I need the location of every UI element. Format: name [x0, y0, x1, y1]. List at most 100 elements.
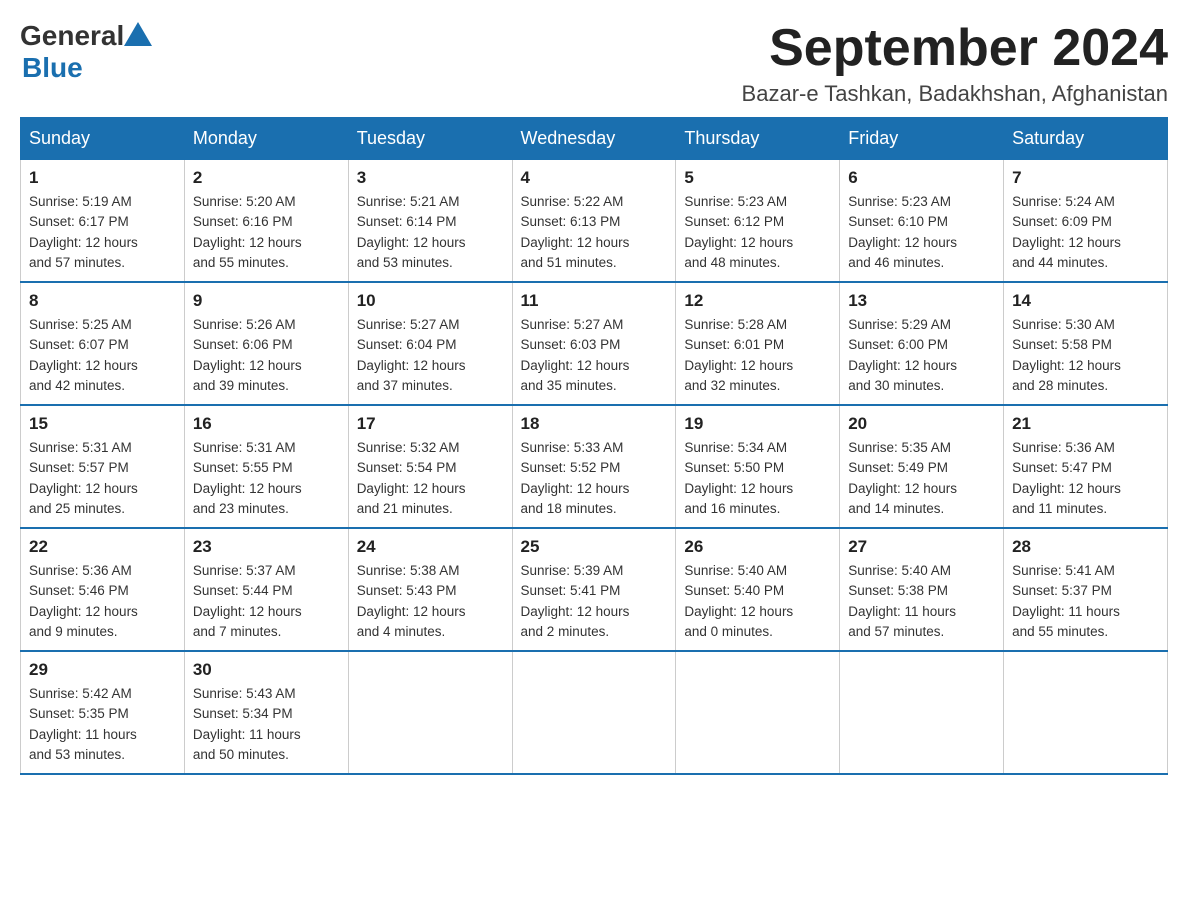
day-info: Sunrise: 5:38 AMSunset: 5:43 PMDaylight:…	[357, 561, 504, 642]
calendar-day-cell	[348, 651, 512, 774]
day-number: 13	[848, 291, 995, 311]
calendar-day-cell: 2Sunrise: 5:20 AMSunset: 6:16 PMDaylight…	[184, 160, 348, 283]
calendar-day-cell: 6 Sunrise: 5:23 AMSunset: 6:10 PMDaylight…	[840, 160, 1004, 283]
calendar-day-cell	[1004, 651, 1168, 774]
day-info: Sunrise: 5:27 AMSunset: 6:04 PMDaylight:…	[357, 315, 504, 396]
calendar-day-cell: 11Sunrise: 5:27 AMSunset: 6:03 PMDayligh…	[512, 282, 676, 405]
calendar-day-cell: 16Sunrise: 5:31 AMSunset: 5:55 PMDayligh…	[184, 405, 348, 528]
day-number: 4	[521, 168, 668, 188]
logo: General Blue	[20, 20, 152, 84]
day-number: 10	[357, 291, 504, 311]
calendar-day-cell: 14 Sunrise: 5:30 AMSunset: 5:58 PMDayligh…	[1004, 282, 1168, 405]
day-info: Sunrise: 5:21 AMSunset: 6:14 PMDaylight:…	[357, 192, 504, 273]
day-info: Sunrise: 5:36 AMSunset: 5:47 PMDaylight:…	[1012, 438, 1159, 519]
day-info: Sunrise: 5:41 AMSunset: 5:37 PMDaylight:…	[1012, 561, 1159, 642]
day-info: Sunrise: 5:35 AMSunset: 5:49 PMDaylight:…	[848, 438, 995, 519]
day-header-saturday: Saturday	[1004, 118, 1168, 160]
calendar-day-cell: 28 Sunrise: 5:41 AMSunset: 5:37 PMDayligh…	[1004, 528, 1168, 651]
day-number: 15	[29, 414, 176, 434]
logo-triangle-icon	[124, 22, 152, 46]
calendar-day-cell: 17 Sunrise: 5:32 AMSunset: 5:54 PMDayligh…	[348, 405, 512, 528]
day-number: 27	[848, 537, 995, 557]
day-number: 21	[1012, 414, 1159, 434]
day-info: Sunrise: 5:23 AMSunset: 6:12 PMDaylight:…	[684, 192, 831, 273]
day-info: Sunrise: 5:34 AMSunset: 5:50 PMDaylight:…	[684, 438, 831, 519]
page-header: General Blue September 2024 Bazar-e Tash…	[20, 20, 1168, 107]
day-info: Sunrise: 5:26 AMSunset: 6:06 PMDaylight:…	[193, 315, 340, 396]
day-number: 2	[193, 168, 340, 188]
day-number: 24	[357, 537, 504, 557]
day-info: Sunrise: 5:33 AMSunset: 5:52 PMDaylight:…	[521, 438, 668, 519]
calendar-day-cell: 10 Sunrise: 5:27 AMSunset: 6:04 PMDayligh…	[348, 282, 512, 405]
day-header-thursday: Thursday	[676, 118, 840, 160]
calendar-week-row: 22 Sunrise: 5:36 AMSunset: 5:46 PMDayligh…	[21, 528, 1168, 651]
calendar-day-cell: 29Sunrise: 5:42 AMSunset: 5:35 PMDayligh…	[21, 651, 185, 774]
calendar-day-cell	[840, 651, 1004, 774]
calendar-day-cell: 3 Sunrise: 5:21 AMSunset: 6:14 PMDaylight…	[348, 160, 512, 283]
day-info: Sunrise: 5:19 AMSunset: 6:17 PMDaylight:…	[29, 192, 176, 273]
day-number: 11	[521, 291, 668, 311]
day-number: 7	[1012, 168, 1159, 188]
day-number: 12	[684, 291, 831, 311]
logo-blue-text: Blue	[22, 52, 83, 84]
calendar-day-cell: 4 Sunrise: 5:22 AMSunset: 6:13 PMDaylight…	[512, 160, 676, 283]
calendar-day-cell: 12 Sunrise: 5:28 AMSunset: 6:01 PMDayligh…	[676, 282, 840, 405]
day-info: Sunrise: 5:32 AMSunset: 5:54 PMDaylight:…	[357, 438, 504, 519]
calendar-week-row: 1 Sunrise: 5:19 AMSunset: 6:17 PMDaylight…	[21, 160, 1168, 283]
calendar-day-cell: 20 Sunrise: 5:35 AMSunset: 5:49 PMDayligh…	[840, 405, 1004, 528]
day-info: Sunrise: 5:43 AMSunset: 5:34 PMDaylight:…	[193, 684, 340, 765]
day-info: Sunrise: 5:37 AMSunset: 5:44 PMDaylight:…	[193, 561, 340, 642]
calendar-day-cell	[512, 651, 676, 774]
day-number: 18	[521, 414, 668, 434]
day-info: Sunrise: 5:31 AMSunset: 5:57 PMDaylight:…	[29, 438, 176, 519]
day-info: Sunrise: 5:28 AMSunset: 6:01 PMDaylight:…	[684, 315, 831, 396]
day-number: 8	[29, 291, 176, 311]
day-info: Sunrise: 5:36 AMSunset: 5:46 PMDaylight:…	[29, 561, 176, 642]
day-number: 19	[684, 414, 831, 434]
location-title: Bazar-e Tashkan, Badakhshan, Afghanistan	[742, 81, 1168, 107]
day-number: 14	[1012, 291, 1159, 311]
calendar-day-cell: 1 Sunrise: 5:19 AMSunset: 6:17 PMDaylight…	[21, 160, 185, 283]
day-number: 5	[684, 168, 831, 188]
day-number: 1	[29, 168, 176, 188]
day-info: Sunrise: 5:25 AMSunset: 6:07 PMDaylight:…	[29, 315, 176, 396]
day-info: Sunrise: 5:31 AMSunset: 5:55 PMDaylight:…	[193, 438, 340, 519]
day-info: Sunrise: 5:39 AMSunset: 5:41 PMDaylight:…	[521, 561, 668, 642]
day-info: Sunrise: 5:23 AMSunset: 6:10 PMDaylight:…	[848, 192, 995, 273]
calendar-day-cell: 27Sunrise: 5:40 AMSunset: 5:38 PMDayligh…	[840, 528, 1004, 651]
day-header-friday: Friday	[840, 118, 1004, 160]
calendar-day-cell: 18 Sunrise: 5:33 AMSunset: 5:52 PMDayligh…	[512, 405, 676, 528]
calendar-day-cell: 30 Sunrise: 5:43 AMSunset: 5:34 PMDayligh…	[184, 651, 348, 774]
day-info: Sunrise: 5:30 AMSunset: 5:58 PMDaylight:…	[1012, 315, 1159, 396]
calendar-week-row: 8 Sunrise: 5:25 AMSunset: 6:07 PMDaylight…	[21, 282, 1168, 405]
calendar-day-cell: 7 Sunrise: 5:24 AMSunset: 6:09 PMDaylight…	[1004, 160, 1168, 283]
day-number: 23	[193, 537, 340, 557]
day-number: 28	[1012, 537, 1159, 557]
day-number: 9	[193, 291, 340, 311]
day-number: 30	[193, 660, 340, 680]
day-header-monday: Monday	[184, 118, 348, 160]
day-header-row: SundayMondayTuesdayWednesdayThursdayFrid…	[21, 118, 1168, 160]
day-number: 26	[684, 537, 831, 557]
calendar-day-cell: 5 Sunrise: 5:23 AMSunset: 6:12 PMDaylight…	[676, 160, 840, 283]
calendar-day-cell	[676, 651, 840, 774]
day-number: 17	[357, 414, 504, 434]
day-number: 22	[29, 537, 176, 557]
day-number: 29	[29, 660, 176, 680]
calendar-day-cell: 13 Sunrise: 5:29 AMSunset: 6:00 PMDayligh…	[840, 282, 1004, 405]
day-info: Sunrise: 5:29 AMSunset: 6:00 PMDaylight:…	[848, 315, 995, 396]
day-number: 3	[357, 168, 504, 188]
calendar-week-row: 29Sunrise: 5:42 AMSunset: 5:35 PMDayligh…	[21, 651, 1168, 774]
calendar-day-cell: 26 Sunrise: 5:40 AMSunset: 5:40 PMDayligh…	[676, 528, 840, 651]
month-title: September 2024	[742, 20, 1168, 77]
calendar-day-cell: 23 Sunrise: 5:37 AMSunset: 5:44 PMDayligh…	[184, 528, 348, 651]
day-info: Sunrise: 5:40 AMSunset: 5:40 PMDaylight:…	[684, 561, 831, 642]
day-header-wednesday: Wednesday	[512, 118, 676, 160]
calendar-week-row: 15 Sunrise: 5:31 AMSunset: 5:57 PMDayligh…	[21, 405, 1168, 528]
day-info: Sunrise: 5:22 AMSunset: 6:13 PMDaylight:…	[521, 192, 668, 273]
day-info: Sunrise: 5:24 AMSunset: 6:09 PMDaylight:…	[1012, 192, 1159, 273]
day-header-sunday: Sunday	[21, 118, 185, 160]
day-number: 20	[848, 414, 995, 434]
title-area: September 2024 Bazar-e Tashkan, Badakhsh…	[742, 20, 1168, 107]
day-number: 6	[848, 168, 995, 188]
